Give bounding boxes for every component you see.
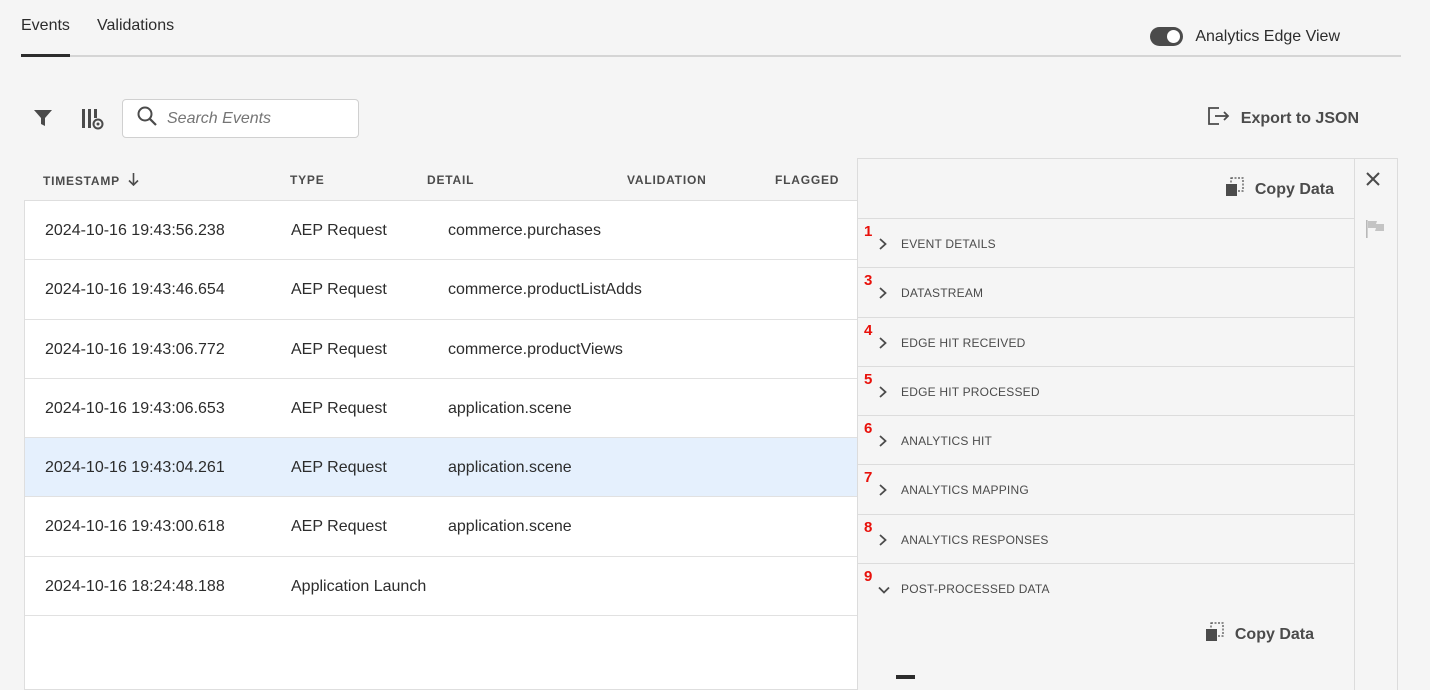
table-row[interactable]: 2024-10-16 19:43:46.654 AEP Request comm… — [25, 260, 858, 320]
column-header-validation[interactable]: VALIDATION — [627, 173, 707, 187]
section-datastream[interactable]: 3 DATASTREAM — [858, 268, 1355, 318]
column-settings-icon[interactable] — [81, 107, 105, 136]
section-analytics-mapping[interactable]: 7 ANALYTICS MAPPING — [858, 465, 1355, 515]
annotation-number: 6 — [864, 420, 873, 438]
chevron-right-icon — [878, 237, 888, 255]
type-cell: Application Launch — [291, 577, 427, 595]
annotation-number: 8 — [864, 518, 873, 536]
type-cell: AEP Request — [291, 340, 387, 358]
annotation-number: 1 — [864, 223, 873, 240]
timestamp-cell: 2024-10-16 18:24:48.188 — [45, 577, 225, 595]
flag-icon[interactable] — [1365, 219, 1385, 244]
chevron-right-icon — [878, 336, 888, 354]
column-header-detail[interactable]: DETAIL — [427, 173, 474, 187]
section-label: ANALYTICS RESPONSES — [901, 532, 1049, 547]
close-icon[interactable] — [1365, 171, 1381, 192]
copy-post-processed-data-button[interactable]: Copy Data — [1205, 622, 1314, 647]
section-label: EVENT DETAILS — [901, 237, 996, 251]
chevron-right-icon — [878, 385, 888, 403]
table-row[interactable]: 2024-10-16 19:43:06.772 AEP Request comm… — [25, 320, 858, 379]
analytics-edge-view-toggle-group: Analytics Edge View — [1150, 27, 1340, 46]
section-label: POST-PROCESSED DATA — [901, 582, 1050, 597]
column-header-flagged[interactable]: FLAGGED — [775, 173, 839, 187]
section-edge-hit-processed[interactable]: 5 EDGE HIT PROCESSED — [858, 367, 1355, 417]
table-row[interactable]: 2024-10-16 19:43:56.238 AEP Request comm… — [25, 201, 858, 261]
section-label: ANALYTICS MAPPING — [901, 483, 1029, 498]
timestamp-cell: 2024-10-16 19:43:00.618 — [45, 518, 225, 536]
tab-validations[interactable]: Validations — [97, 17, 174, 35]
content-edge-mark — [896, 675, 915, 679]
section-post-processed-data[interactable]: 9 POST-PROCESSED DATA — [858, 564, 1355, 613]
chevron-right-icon — [878, 483, 888, 501]
analytics-edge-view-toggle[interactable] — [1150, 27, 1184, 46]
search-input[interactable] — [167, 109, 347, 128]
detail-cell: commerce.productViews — [448, 340, 623, 358]
type-cell: AEP Request — [291, 459, 387, 477]
section-label: DATASTREAM — [901, 286, 984, 301]
sort-descending-icon — [128, 173, 139, 189]
search-icon — [137, 106, 157, 131]
copy-icon — [1225, 177, 1245, 202]
chevron-down-icon — [878, 582, 890, 600]
filter-icon[interactable] — [33, 108, 53, 133]
column-header-type[interactable]: TYPE — [290, 173, 325, 187]
export-icon — [1207, 106, 1231, 131]
detail-sections: 1 EVENT DETAILS 3 DATASTREAM 4 EDGE HIT … — [858, 218, 1355, 613]
type-cell: AEP Request — [291, 222, 387, 239]
timestamp-cell: 2024-10-16 19:43:56.238 — [45, 222, 225, 239]
events-table-header: TIMESTAMP TYPE DETAIL VALIDATION FLAGGED — [24, 160, 858, 200]
panel-content: Copy Data 1 EVENT DETAILS 3 DATASTREAM 4… — [858, 159, 1355, 690]
section-label: EDGE HIT RECEIVED — [901, 335, 1026, 350]
export-json-button[interactable]: Export to JSON — [1207, 106, 1359, 131]
annotation-number: 5 — [864, 370, 873, 388]
copy-data-button[interactable]: Copy Data — [1225, 177, 1334, 202]
events-table-body: 2024-10-16 19:43:56.238 AEP Request comm… — [24, 200, 858, 690]
detail-cell: application.scene — [448, 399, 572, 417]
table-row[interactable]: 2024-10-16 19:43:00.618 AEP Request appl… — [25, 497, 858, 557]
copy-data-label: Copy Data — [1254, 180, 1334, 198]
section-edge-hit-received[interactable]: 4 EDGE HIT RECEIVED — [858, 318, 1355, 367]
timestamp-cell: 2024-10-16 19:43:04.261 — [45, 459, 225, 477]
tab-events[interactable]: Events — [21, 17, 70, 57]
type-cell: AEP Request — [291, 518, 387, 536]
annotation-number: 9 — [864, 568, 873, 586]
detail-cell: application.scene — [448, 518, 572, 536]
annotation-number: 7 — [864, 469, 873, 487]
panel-side-actions — [1355, 159, 1397, 690]
toggle-knob — [1167, 30, 1181, 43]
copy-data-label: Copy Data — [1234, 625, 1314, 643]
table-row[interactable]: 2024-10-16 19:43:06.653 AEP Request appl… — [25, 379, 858, 439]
chevron-right-icon — [878, 434, 888, 452]
detail-cell: commerce.productListAdds — [448, 281, 642, 299]
chevron-right-icon — [878, 286, 888, 304]
event-detail-panel: Copy Data 1 EVENT DETAILS 3 DATASTREAM 4… — [857, 158, 1398, 690]
timestamp-cell: 2024-10-16 19:43:46.654 — [45, 281, 225, 299]
section-label: ANALYTICS HIT — [901, 434, 993, 449]
section-label: EDGE HIT PROCESSED — [901, 384, 1040, 399]
annotation-number: 3 — [864, 272, 873, 290]
detail-cell: application.scene — [448, 459, 572, 477]
toggle-label: Analytics Edge View — [1195, 27, 1340, 45]
detail-cell: commerce.purchases — [448, 222, 601, 239]
timestamp-cell: 2024-10-16 19:43:06.653 — [45, 399, 225, 417]
chevron-right-icon — [878, 533, 888, 551]
table-row-selected[interactable]: 2024-10-16 19:43:04.261 AEP Request appl… — [25, 438, 858, 498]
type-cell: AEP Request — [291, 399, 387, 417]
tab-bar: Events Validations Analytics Edge View — [21, 0, 1401, 57]
section-analytics-responses[interactable]: 8 ANALYTICS RESPONSES — [858, 515, 1355, 565]
timestamp-header-label: TIMESTAMP — [43, 174, 120, 188]
section-analytics-hit[interactable]: 6 ANALYTICS HIT — [858, 416, 1355, 466]
copy-icon — [1205, 622, 1225, 647]
timestamp-cell: 2024-10-16 19:43:06.772 — [45, 340, 225, 358]
type-cell: AEP Request — [291, 281, 387, 299]
section-event-details[interactable]: 1 EVENT DETAILS — [858, 219, 1355, 269]
annotation-number: 4 — [864, 321, 873, 339]
table-row[interactable]: 2024-10-16 18:24:48.188 Application Laun… — [25, 557, 858, 617]
export-label: Export to JSON — [1240, 109, 1359, 127]
column-header-timestamp[interactable]: TIMESTAMP — [43, 173, 139, 189]
search-box — [122, 99, 359, 138]
